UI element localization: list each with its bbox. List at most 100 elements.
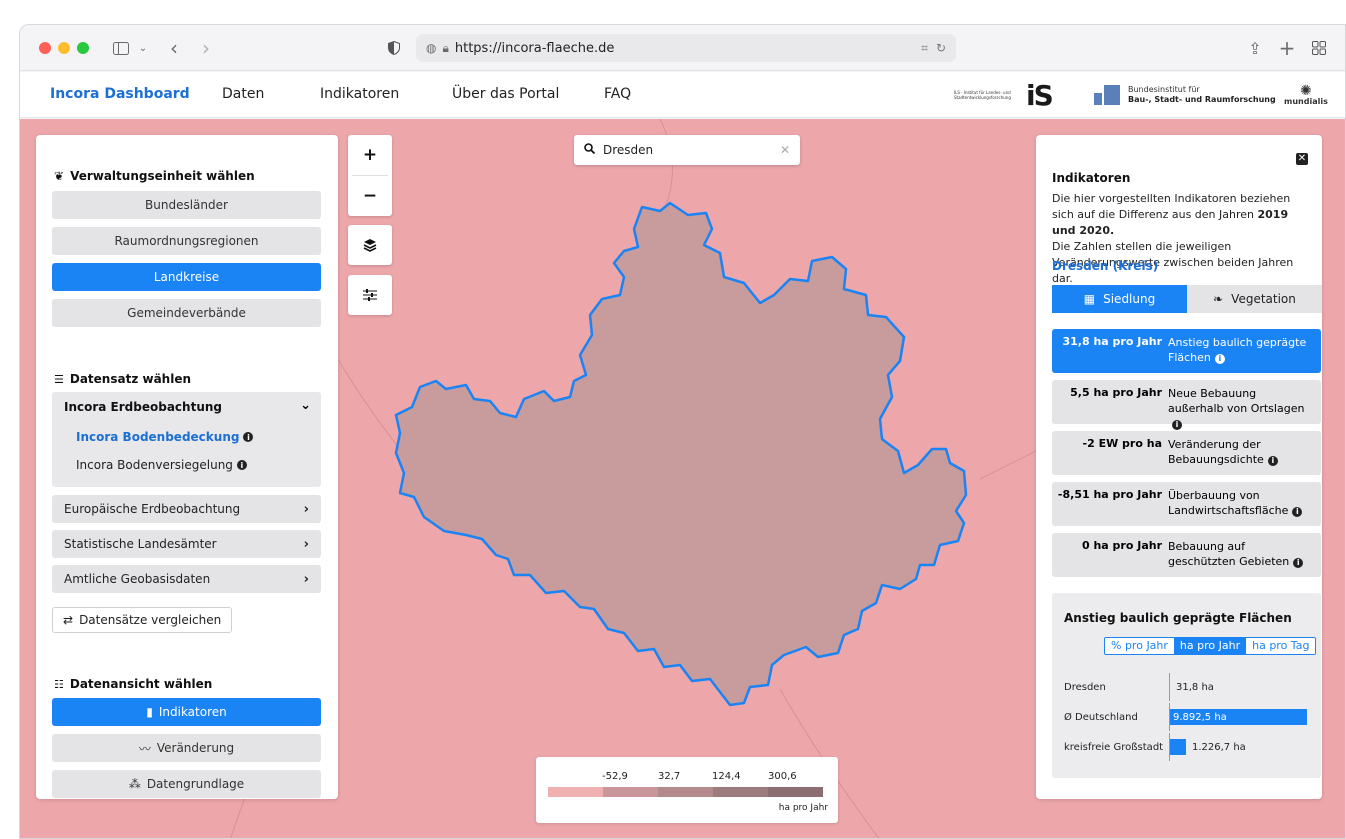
unit-ha-year[interactable]: ha pro Jahr [1173,638,1247,654]
zoom-out-button[interactable]: − [348,176,392,216]
shield-icon[interactable] [386,37,402,59]
lock-icon: 🔒︎ [442,40,449,55]
legend-swatch-5 [768,787,823,797]
info-icon[interactable]: i [1172,419,1182,430]
chevron-right-icon: › [303,501,309,517]
address-bar[interactable]: ◍ 🔒︎ https://incora-flaeche.de ⌗ ↻ [416,34,956,62]
minimize-window-button[interactable] [58,42,70,54]
info-icon[interactable]: i [1293,557,1304,568]
comparison-box: Anstieg baulich geprägte Flächen % pro J… [1052,593,1321,778]
legend-swatch-3 [658,787,713,797]
close-window-button[interactable] [39,42,51,54]
indicator-row[interactable]: -8,51 ha pro Jahr Überbauung von Landwir… [1052,482,1321,526]
bbsr-mark-icon [1094,85,1120,105]
selected-region-label: Dresden (Kreis) [1052,259,1159,273]
comparison-row: Ø Deutschland 9.892,5 ha [1064,703,1314,731]
reload-icon[interactable]: ↻ [936,41,946,56]
close-icon[interactable]: ✕ [1296,153,1308,165]
plus-icon[interactable]: + [1278,36,1296,60]
tab-vegetation[interactable]: ❧ Vegetation [1187,285,1322,313]
dataset-item-bodenversiegelung[interactable]: Incora Bodenversiegelung i [76,458,247,472]
legend-tick: 32,7 [658,771,681,782]
info-icon[interactable]: i [1292,506,1303,517]
nav-ueber-portal[interactable]: Über das Portal [452,86,559,102]
database-icon: ☰ [54,372,64,386]
back-icon[interactable]: ‹ [166,36,182,60]
search-icon [584,143,596,157]
legend-tick: 300,6 [768,771,797,782]
left-control-panel: ❦ Verwaltungseinheit wählen Bundesländer… [36,135,338,799]
indicator-row[interactable]: 0 ha pro Jahr Bebauung auf geschützten G… [1052,533,1321,577]
chevron-down-icon[interactable]: ⌄ [136,37,150,59]
view-section-title: ☷ Datenansicht wählen [54,677,213,691]
browser-window: ⌄ ‹ › ◍ 🔒︎ https://incora-flaeche.de ⌗ ↻… [19,24,1346,839]
nav-indikatoren[interactable]: Indikatoren [320,86,399,102]
trend-icon: 〰 [138,741,151,756]
indicator-row[interactable]: -2 EW pro ha Veränderung der Bebauungsdi… [1052,431,1321,475]
filter-settings-button[interactable] [348,275,392,315]
admin-gemeindeverbaende-button[interactable]: Gemeindeverbände [52,299,321,327]
dataset-group-europaeische[interactable]: Europäische Erdbeobachtung › [52,495,321,523]
unit-switch: % pro Jahr ha pro Jahr ha pro Tag [1104,637,1317,655]
dataset-item-bodenbedeckung[interactable]: Incora Bodenbedeckung i [76,430,254,444]
compare-datasets-button[interactable]: ⇄ Datensätze vergleichen [52,607,233,633]
nav-daten[interactable]: Daten [222,86,264,102]
unit-percent-year[interactable]: % pro Jahr [1105,638,1174,654]
zoom-in-button[interactable]: + [348,135,392,175]
right-indicator-panel: ✕ Indikatoren Die hier vorgestellten Ind… [1036,135,1322,799]
info-icon[interactable]: i [1214,353,1225,364]
mundialis-logo[interactable]: ✺ mundialis [1284,80,1328,110]
info-icon[interactable]: i [243,432,254,442]
nav-faq[interactable]: FAQ [604,86,631,102]
admin-raumordnungsregionen-button[interactable]: Raumordnungsregionen [52,227,321,255]
dataset-accordion-open: Incora Erdbeobachtung ⌄ Incora Bodenbede… [52,392,321,487]
site-navbar: Incora Dashboard Daten Indikatoren Über … [20,72,1345,118]
dataset-group-amtliche[interactable]: Amtliche Geobasisdaten › [52,565,321,593]
legend-tick: 124,4 [712,771,741,782]
layers-button[interactable] [348,225,392,265]
chevron-right-icon: › [303,571,309,587]
indicator-row[interactable]: 5,5 ha pro Jahr Neue Bebauung außerhalb … [1052,380,1321,430]
clear-search-icon[interactable]: ✕ [780,143,790,157]
url-text: https://incora-flaeche.de [454,40,615,56]
dataset-section-title: ☰ Datensatz wählen [54,372,192,386]
indicator-row[interactable]: 31,8 ha pro Jahr Anstieg baulich geprägt… [1052,329,1321,373]
leaf-icon: ❧ [1213,292,1224,306]
info-icon[interactable]: i [1267,455,1278,466]
grid-icon[interactable] [1310,37,1328,59]
sidebar-icon[interactable] [110,37,132,59]
tab-siedlung[interactable]: ▦ Siedlung [1052,285,1187,313]
unit-ha-day[interactable]: ha pro Tag [1246,638,1316,654]
legend-tick: -52,9 [602,771,628,782]
admin-bundeslaender-button[interactable]: Bundesländer [52,191,321,219]
view-veraenderung-button[interactable]: 〰 Veränderung [52,734,321,762]
sliders-icon [348,275,392,315]
map-legend: -52,9 32,7 124,4 300,6 ha pro Jahr [536,757,838,823]
maximize-window-button[interactable] [77,42,89,54]
ils-logo[interactable]: ILS · Institut für Landes- und Stadtentw… [954,79,1054,112]
share-icon[interactable]: ⇪ [1246,37,1264,59]
comparison-row: Dresden 31,8 ha [1064,673,1314,701]
comparison-bar: 9.892,5 ha [1169,709,1307,725]
chevron-down-icon[interactable]: ⌄ [300,398,311,413]
building-icon: ▦ [1083,292,1096,306]
view-datengrundlage-button[interactable]: ⁂ Datengrundlage [52,770,321,798]
globe-icon: ◍ [426,41,437,55]
forward-icon[interactable]: › [198,36,214,60]
comparison-title: Anstieg baulich geprägte Flächen [1064,611,1292,625]
dataset-group-statistische[interactable]: Statistische Landesämter › [52,530,321,558]
layers-icon [348,225,392,265]
layers-data-icon: ⁂ [128,777,141,791]
search-value: Dresden [603,143,654,157]
info-icon[interactable]: i [236,460,247,470]
dataset-group-header[interactable]: Incora Erdbeobachtung [64,400,222,414]
map-search-field[interactable]: Dresden ✕ [574,135,800,165]
bbsr-logo[interactable]: Bundesinstitut für Bau-, Stadt- und Raum… [1094,80,1276,110]
admin-section-title: ❦ Verwaltungseinheit wählen [54,169,255,183]
admin-landkreise-button[interactable]: Landkreise [52,263,321,291]
legend-swatch-4 [713,787,768,797]
map-canvas[interactable]: ❦ Verwaltungseinheit wählen Bundesländer… [20,119,1345,838]
view-indikatoren-button[interactable]: ▮ Indikatoren [52,698,321,726]
brand-link[interactable]: Incora Dashboard [50,86,190,102]
translate-icon[interactable]: ⌗ [921,41,928,56]
